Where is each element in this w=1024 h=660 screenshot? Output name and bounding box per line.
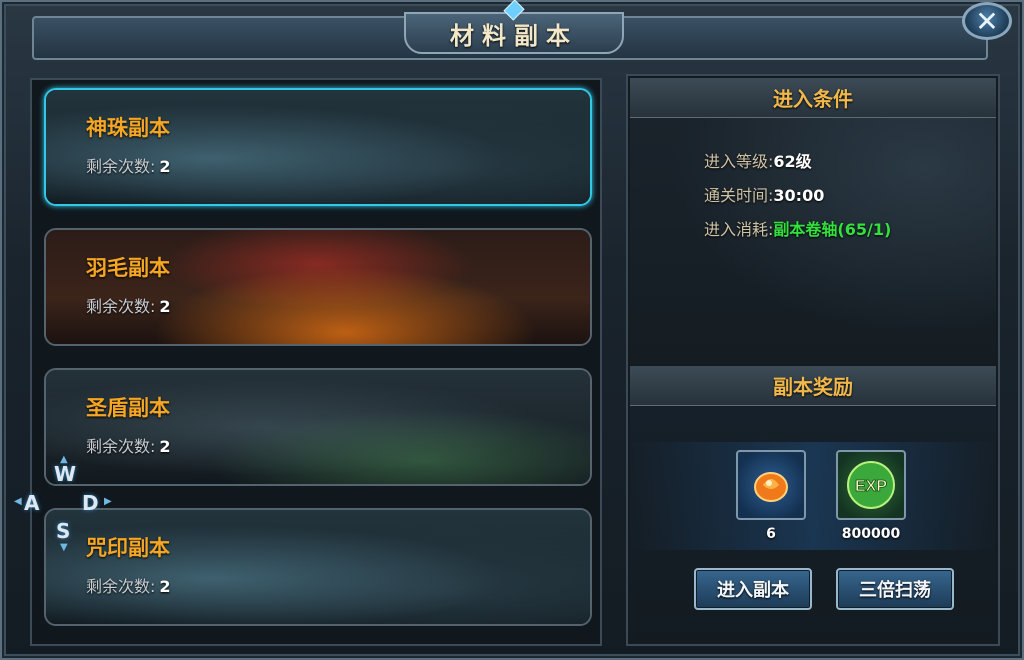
dungeon-list: 神珠副本 剩余次数: 2 羽毛副本 剩余次数: 2 圣盾副本 剩余次数: 2 咒印副本…	[30, 78, 602, 646]
remaining-value: 2	[159, 157, 171, 176]
reward-strip	[630, 442, 996, 550]
remaining-value: 2	[159, 437, 171, 456]
dungeon-name: 圣盾副本	[86, 396, 170, 420]
close-icon: ✕	[975, 4, 999, 38]
enter-dungeon-button[interactable]: 进入副本	[694, 568, 812, 610]
remaining-row: 剩余次数: 2	[86, 433, 171, 457]
window-title: 材料副本	[450, 21, 578, 50]
level-label: 进入等级:	[704, 152, 774, 171]
remaining-row: 剩余次数: 2	[86, 293, 171, 317]
dungeon-card-yumao[interactable]: 羽毛副本 剩余次数: 2	[44, 228, 592, 346]
reward-count-exp: 800000	[841, 526, 901, 542]
conditions-body: 进入等级:62级 通关时间:30:00 进入消耗:副本卷轴(65/1)	[630, 118, 996, 364]
dungeon-name: 神珠副本	[86, 116, 170, 140]
dungeon-artwork	[46, 90, 590, 204]
remaining-label: 剩余次数:	[86, 157, 156, 176]
dungeon-card-shenzhu[interactable]: 神珠副本 剩余次数: 2	[44, 88, 592, 206]
rewards-header: 副本奖励	[630, 366, 996, 406]
time-value: 30:00	[773, 186, 825, 205]
exp-orb-icon: EXP	[847, 461, 895, 509]
arrow-left-icon: ◀	[14, 496, 22, 507]
level-row: 进入等级:62级	[704, 148, 812, 172]
dungeon-artwork	[46, 510, 590, 624]
key-w[interactable]: W	[54, 462, 76, 486]
key-s[interactable]: S	[56, 519, 70, 543]
dungeon-artwork	[46, 370, 590, 484]
time-label: 通关时间:	[704, 186, 774, 205]
exp-label: EXP	[855, 478, 887, 495]
dungeon-window: 材料副本 ✕ 神珠副本 剩余次数: 2 羽毛副本 剩余次数: 2 圣盾副本 剩余次数…	[0, 0, 1024, 660]
remaining-label: 剩余次数:	[86, 297, 156, 316]
remaining-row: 剩余次数: 2	[86, 573, 171, 597]
cost-row: 进入消耗:副本卷轴(65/1)	[704, 216, 891, 240]
arrow-right-icon: ▶	[104, 496, 112, 507]
remaining-label: 剩余次数:	[86, 437, 156, 456]
orange-gem-icon	[754, 472, 788, 502]
remaining-value: 2	[159, 577, 171, 596]
triple-sweep-button[interactable]: 三倍扫荡	[836, 568, 954, 610]
key-d[interactable]: D	[82, 491, 99, 515]
cost-label: 进入消耗:	[704, 220, 774, 239]
key-a[interactable]: A	[24, 491, 39, 515]
time-row: 通关时间:30:00	[704, 182, 824, 206]
arrow-down-icon: ▼	[60, 542, 68, 553]
dungeon-card-shengdun[interactable]: 圣盾副本 剩余次数: 2	[44, 368, 592, 486]
remaining-row: 剩余次数: 2	[86, 153, 171, 177]
dungeon-name: 羽毛副本	[86, 256, 170, 280]
dungeon-artwork	[46, 230, 590, 344]
remaining-value: 2	[159, 297, 171, 316]
reward-item-gem[interactable]	[736, 450, 806, 520]
conditions-header: 进入条件	[630, 78, 996, 118]
reward-count-gem: 6	[766, 526, 776, 542]
dungeon-name: 咒印副本	[86, 536, 170, 560]
cost-value: 副本卷轴(65/1)	[773, 220, 892, 239]
level-value: 62级	[773, 152, 812, 171]
close-button[interactable]: ✕	[962, 2, 1012, 40]
remaining-label: 剩余次数:	[86, 577, 156, 596]
detail-panel: 进入条件 进入等级:62级 通关时间:30:00 进入消耗:副本卷轴(65/1)…	[626, 74, 1000, 646]
reward-item-exp[interactable]: EXP	[836, 450, 906, 520]
dungeon-card-zhouyin[interactable]: 咒印副本 剩余次数: 2	[44, 508, 592, 626]
